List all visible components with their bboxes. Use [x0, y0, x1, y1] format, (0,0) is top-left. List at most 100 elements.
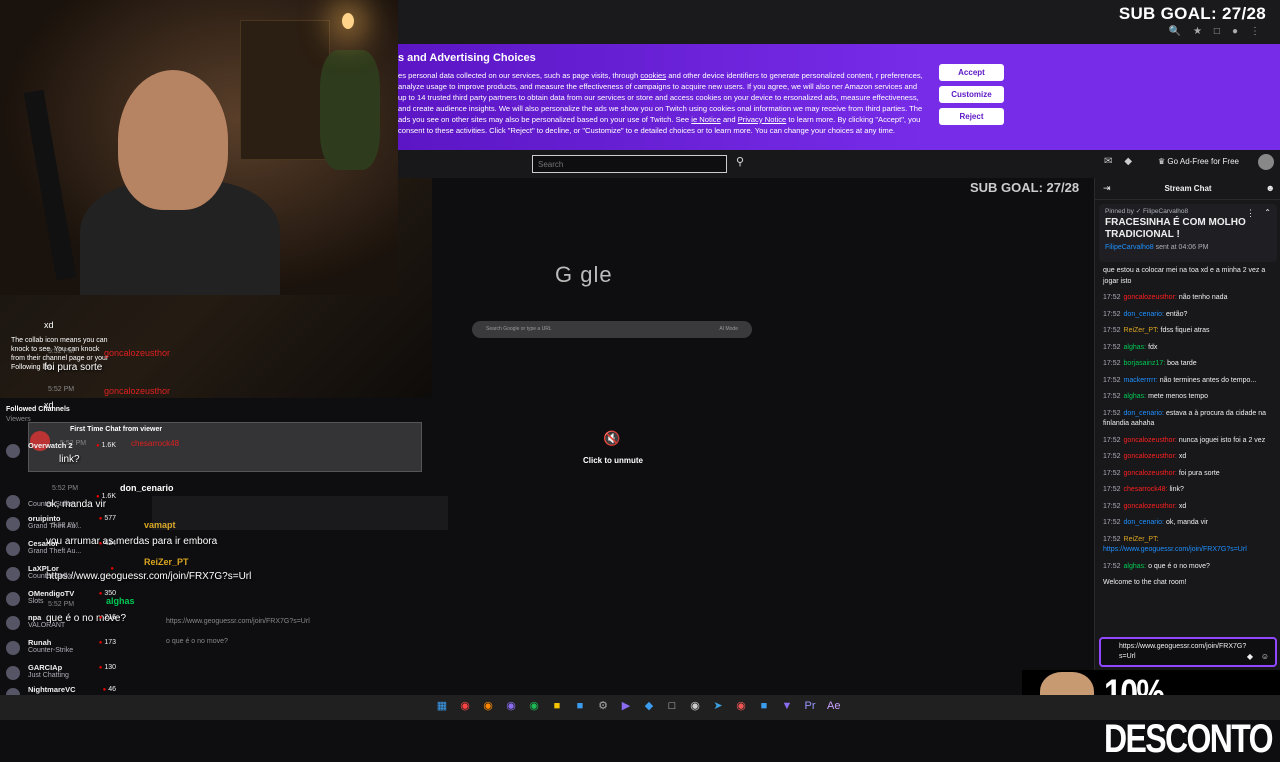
chat-message: 17:52 goncalozeusthor: não tenho nada [1103, 294, 1228, 301]
users-icon[interactable]: ☻ [1266, 183, 1275, 193]
stream-chat-panel: ⇥ Stream Chat ☻ Pinned by ✓ FilipeCarval… [1094, 178, 1280, 693]
app-icon[interactable]: ▶ [620, 700, 632, 712]
chat-message: 17:52 goncalozeusthor: xd [1103, 502, 1187, 510]
menu-dots-icon[interactable]: ⋮ [1250, 26, 1260, 37]
settings-icon[interactable]: ⚙ [597, 700, 609, 712]
chrome-icon[interactable]: ◉ [459, 700, 471, 712]
user-avatar[interactable] [1258, 154, 1274, 170]
mirror-first-time-box [152, 496, 448, 530]
google-logo: G gle [555, 262, 613, 287]
more-options-icon[interactable]: ⋮ [1246, 208, 1255, 219]
cookies-link[interactable]: cookies [640, 71, 666, 80]
profile-icon[interactable]: ● [1232, 26, 1238, 37]
store-icon[interactable]: ■ [574, 700, 586, 712]
windows-start-icon[interactable]: ▦ [436, 700, 448, 712]
app-icon[interactable]: ◉ [735, 700, 747, 712]
geoguessr-link[interactable]: https://www.geoguessr.com/join/FRX7G?s=U… [1103, 546, 1247, 553]
followed-channels-sidebar: Overwatch 21.6K Counter-Strike1.6K oruip… [0, 405, 130, 702]
pinned-message: Pinned by ✓ FilipeCarvalho8 ⋮ ⌃ FRACESIN… [1099, 204, 1277, 262]
app-icon[interactable]: ▼ [781, 700, 793, 712]
channel-avatar [6, 666, 20, 680]
channel-avatar [6, 444, 20, 458]
chat-message: 17:52 alghas: fdx [1103, 343, 1158, 351]
click-to-unmute[interactable]: Click to unmute [583, 456, 643, 465]
bits-icon[interactable]: ◆ [1247, 652, 1253, 662]
after-effects-icon[interactable]: Ae [827, 700, 840, 712]
privacy-notice-link[interactable]: Privacy Notice [738, 115, 787, 124]
bookmark-star-icon[interactable]: ★ [1193, 26, 1202, 37]
obs-icon[interactable]: ◉ [689, 700, 701, 712]
windows-taskbar: ▦ ◉ ◉ ◉ ◉ ■ ■ ⚙ ▶ ◆ □ ◉ ➤ ◉ ■ ▼ Pr Ae [0, 695, 1280, 720]
chat-message: 17:52 alghas: mete menos tempo [1103, 393, 1208, 400]
file-explorer-icon[interactable]: ■ [551, 700, 563, 712]
spotify-icon[interactable]: ◉ [528, 700, 540, 712]
channel-avatar [6, 592, 20, 606]
customize-button[interactable]: Customize [939, 86, 1004, 103]
app-icon[interactable]: ■ [758, 700, 770, 712]
webcam-overlay [0, 0, 398, 295]
consent-title: s and Advertising Choices [398, 52, 536, 64]
channel-item[interactable]: LaXPLor Counter-Strike [0, 564, 130, 588]
firefox-icon[interactable]: ◉ [482, 700, 494, 712]
twitch-top-nav: ⚲ ✉ ◆ ♛ Go Ad-Free for Free [398, 150, 1280, 178]
cookie-consent-banner: s and Advertising Choices es personal da… [398, 44, 1280, 150]
taskbar-icons: ▦ ◉ ◉ ◉ ◉ ■ ■ ⚙ ▶ ◆ □ ◉ ➤ ◉ ■ ▼ Pr Ae [436, 700, 841, 712]
welcome-message: Welcome to the chat room! [1103, 579, 1187, 586]
chat-message: 17:52 goncalozeusthor: nunca joguei isto … [1103, 436, 1266, 444]
telegram-icon[interactable]: ➤ [712, 700, 724, 712]
chat-message: 17:52 ReiZer_PT: https://www.geoguessr.com… [1103, 535, 1247, 554]
microphone-arm [23, 89, 77, 281]
nav-icons: ✉ ◆ [1104, 156, 1132, 167]
search-icon[interactable]: ⚲ [731, 155, 749, 173]
chat-message: 17:52 borjasainz17: boa tarde [1103, 360, 1197, 367]
chat-messages: que estou a colocar mei na toa xd e a mi… [1103, 266, 1275, 595]
crown-icon: ♛ [1158, 157, 1166, 166]
chat-message: que estou a colocar mei na toa xd e a mi… [1103, 267, 1266, 285]
inbox-icon[interactable]: ✉ [1104, 156, 1112, 167]
chat-message: 17:52 goncalozeusthor: foi pura sorte [1103, 469, 1220, 477]
extensions-icon[interactable]: □ [1214, 26, 1220, 37]
channel-item[interactable]: GARCIApJust Chatting130 [0, 663, 130, 687]
channel-item[interactable]: oruipintoGrand Theft Au...577 [0, 514, 130, 538]
muted-speaker-icon[interactable]: 🔇 [603, 430, 620, 447]
channel-item[interactable]: CesarlorGrand Theft Au...424 [0, 539, 130, 563]
bits-icon[interactable]: ◆ [1124, 156, 1132, 167]
cookie-notice-link[interactable]: ie Notice [691, 115, 721, 124]
chat-title: Stream Chat [1164, 184, 1212, 193]
channel-item[interactable]: Counter-Strike1.6K [0, 492, 130, 516]
pinned-meta: FilipeCarvalho8 sent at 04:06 PM [1105, 244, 1209, 251]
app-icon[interactable]: ◆ [643, 700, 655, 712]
chat-header: ⇥ Stream Chat ☻ [1095, 178, 1280, 200]
chat-message: 17:52 don_cenario: então? [1103, 310, 1188, 318]
accept-button[interactable]: Accept [939, 64, 1004, 81]
channel-avatar [6, 542, 20, 556]
zoom-icon[interactable]: 🔍 [1168, 26, 1180, 37]
channel-avatar [6, 517, 20, 531]
chat-message: 17:52 don_cenario: ok, manda vir [1103, 519, 1208, 526]
chat-message: 17:52 ReiZer_PT: fdss fiquei atras [1103, 327, 1210, 334]
channel-item[interactable]: OMendigoTVSlots350 [0, 589, 130, 613]
chat-message: 17:52 goncalozeusthor: xd [1103, 453, 1187, 460]
search-input[interactable] [532, 155, 727, 173]
go-ad-free-button[interactable]: ♛ Go Ad-Free for Free [1158, 157, 1239, 166]
channel-avatar [6, 495, 20, 509]
emote-icon[interactable]: ☺ [1261, 652, 1269, 662]
plant-background [320, 50, 380, 170]
discord-icon[interactable]: ◉ [505, 700, 517, 712]
channel-item[interactable]: RunahCounter-Strike173 [0, 638, 130, 662]
channel-avatar [6, 567, 20, 581]
channel-avatar [6, 641, 20, 655]
chat-input[interactable]: https://www.geoguessr.com/join/FRX7G?s=U… [1099, 637, 1277, 667]
sub-goal-overlay: SUB GOAL: 27/28 [1118, 4, 1266, 23]
premiere-icon[interactable]: Pr [804, 700, 816, 712]
app-icon[interactable]: □ [666, 700, 678, 712]
channel-item[interactable]: npaVALORANT216 [0, 613, 130, 637]
lamp-light [342, 13, 354, 29]
chat-message: 17:52 mackerrrrr: não termines antes do t… [1103, 376, 1257, 384]
channel-item[interactable]: Overwatch 21.6K [0, 441, 130, 465]
sub-goal-overlay-mirror: SUB GOAL: 27/28 [970, 180, 1080, 195]
reject-button[interactable]: Reject [939, 108, 1004, 125]
streamer-face [118, 70, 228, 210]
shelf-background [240, 20, 330, 160]
chevron-up-icon[interactable]: ⌃ [1264, 208, 1271, 217]
